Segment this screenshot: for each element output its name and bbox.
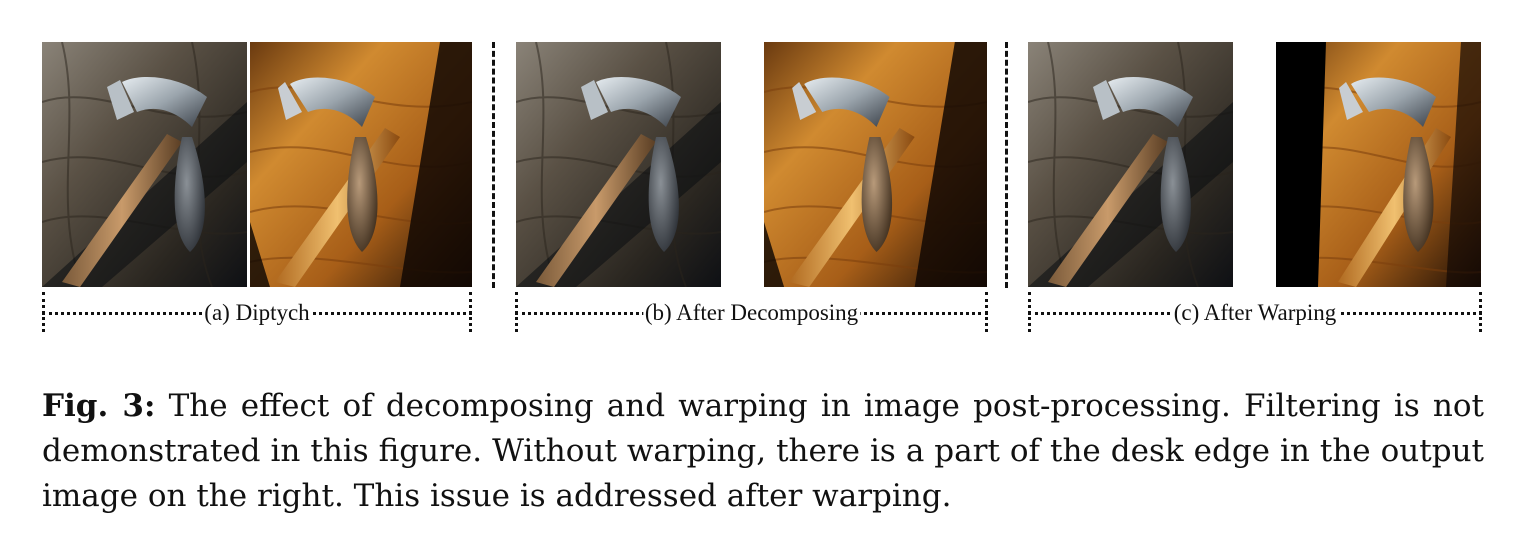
figure-caption: Fig. 3: The effect of decomposing and wa… — [42, 384, 1484, 519]
caption-text: The effect of decomposing and warping in… — [42, 388, 1485, 514]
hammer-photo-cool — [42, 42, 247, 287]
label-a: (a) Diptych — [202, 300, 312, 326]
hammer-photo-warm — [764, 42, 987, 287]
dashed-separator — [492, 42, 495, 288]
image-a-left — [42, 42, 247, 287]
dashed-separator — [1005, 42, 1008, 288]
hammer-photo-warm — [250, 42, 472, 287]
image-a-right — [250, 42, 472, 287]
hammer-photo-warm-warped — [1276, 42, 1481, 287]
image-c-right — [1276, 42, 1481, 287]
hammer-photo-cool — [516, 42, 721, 287]
image-b-right — [764, 42, 987, 287]
label-b: (b) After Decomposing — [642, 300, 861, 326]
hammer-photo-cool — [1028, 42, 1233, 287]
label-c: (c) After Warping — [1171, 300, 1339, 326]
figure-label: Fig. 3: — [42, 388, 156, 424]
image-c-left — [1028, 42, 1233, 287]
bracket-b: (b) After Decomposing — [515, 292, 988, 332]
bracket-c: (c) After Warping — [1028, 292, 1482, 332]
bracket-a: (a) Diptych — [42, 292, 472, 332]
image-b-left — [516, 42, 721, 287]
